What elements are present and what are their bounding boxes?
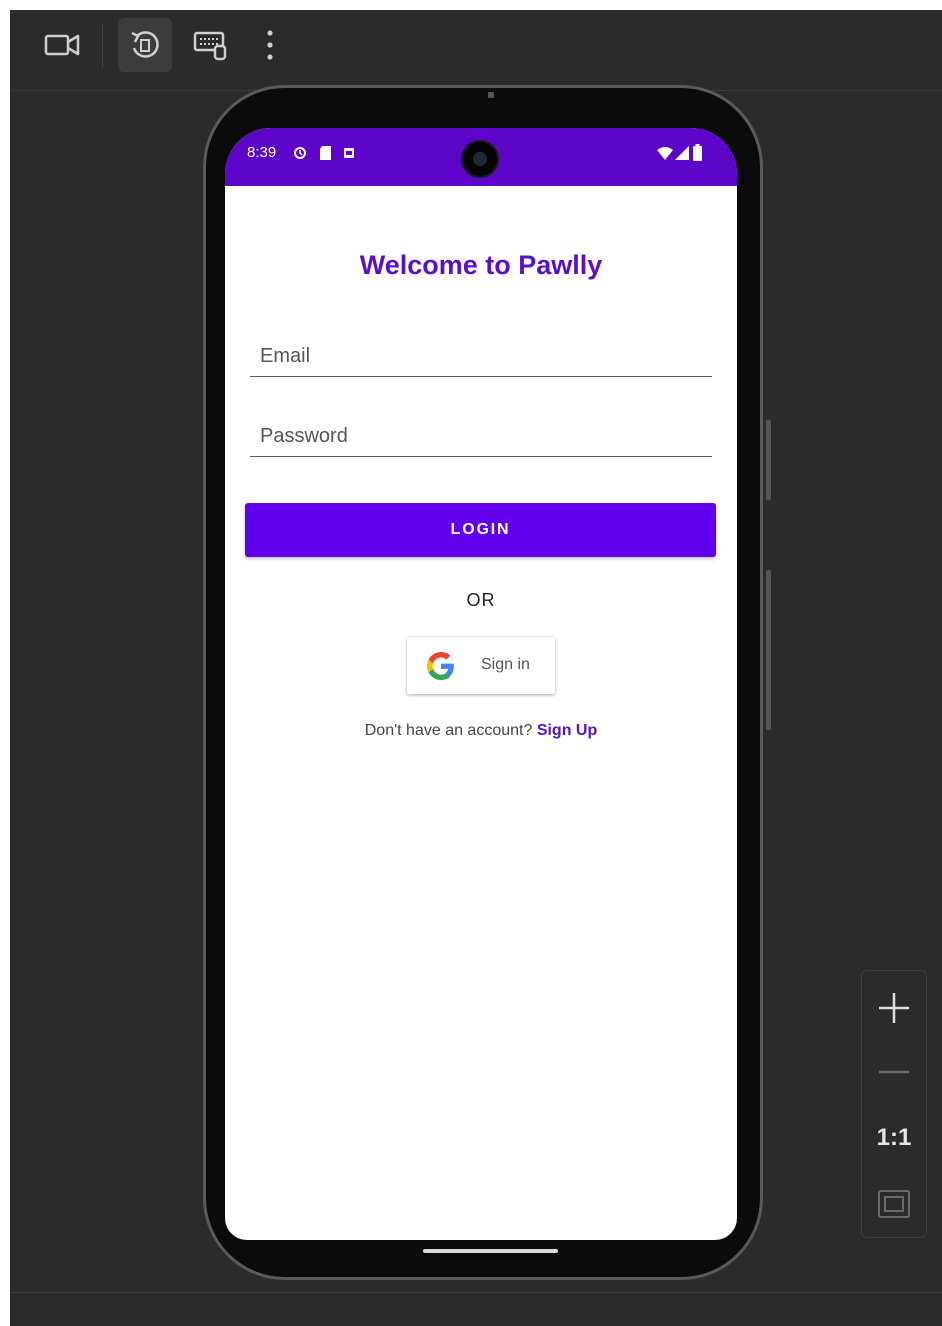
actual-size-button[interactable]: 1:1 <box>862 1113 926 1163</box>
status-bar: 8:39 <box>225 128 737 186</box>
front-camera <box>461 140 499 178</box>
fit-screen-icon <box>878 1190 910 1218</box>
record-screen-button[interactable] <box>36 18 90 72</box>
more-vertical-icon <box>267 30 273 60</box>
login-button-label: LOGIN <box>450 521 511 538</box>
minus-icon <box>879 1070 909 1074</box>
or-divider-label: OR <box>466 590 496 610</box>
toolbar-divider <box>102 24 103 68</box>
more-options-button[interactable] <box>250 18 290 72</box>
battery-icon <box>693 144 702 161</box>
power-button[interactable] <box>766 570 771 730</box>
google-sign-in-button[interactable]: Sign in <box>407 637 555 694</box>
alarm-icon <box>294 147 306 159</box>
keyboard-icon <box>193 31 227 61</box>
emulator-bottom-bar <box>10 1292 942 1326</box>
rotate-icon <box>131 31 159 58</box>
plus-icon <box>879 993 909 1023</box>
emulator-toolbar <box>10 10 942 91</box>
actual-size-label: 1:1 <box>876 1124 912 1151</box>
zoom-out-button[interactable] <box>862 1047 926 1097</box>
wifi-icon <box>657 147 673 160</box>
fit-screen-button[interactable] <box>862 1179 926 1229</box>
signal-icon <box>675 146 689 160</box>
phone-sensor <box>488 92 494 98</box>
rotate-button[interactable] <box>118 18 172 72</box>
password-field[interactable] <box>250 416 712 457</box>
video-camera-icon <box>44 34 80 56</box>
google-logo-icon <box>427 652 454 680</box>
status-time: 8:39 <box>247 144 277 161</box>
welcome-title: Welcome to Pawlly <box>359 250 603 280</box>
login-button[interactable]: LOGIN <box>245 503 716 557</box>
zoom-in-button[interactable] <box>862 983 926 1033</box>
home-gesture-bar[interactable] <box>423 1249 558 1253</box>
phone-screen: 8:39 Welcome to Pawlly LOGIN <box>225 128 737 1240</box>
sd-card-icon <box>320 146 331 160</box>
keyboard-button[interactable] <box>184 18 238 72</box>
volume-up-button[interactable] <box>766 420 771 500</box>
signup-row: Don't have an account? Sign Up <box>225 722 737 740</box>
password-input[interactable] <box>250 416 712 456</box>
signup-prompt: Don't have an account? <box>364 722 537 739</box>
email-input[interactable] <box>250 336 712 376</box>
notification-icon <box>344 148 354 158</box>
zoom-controls: 1:1 <box>861 970 927 1238</box>
email-field[interactable] <box>250 336 712 377</box>
google-sign-in-label: Sign in <box>481 656 530 673</box>
signup-link[interactable]: Sign Up <box>537 722 597 739</box>
